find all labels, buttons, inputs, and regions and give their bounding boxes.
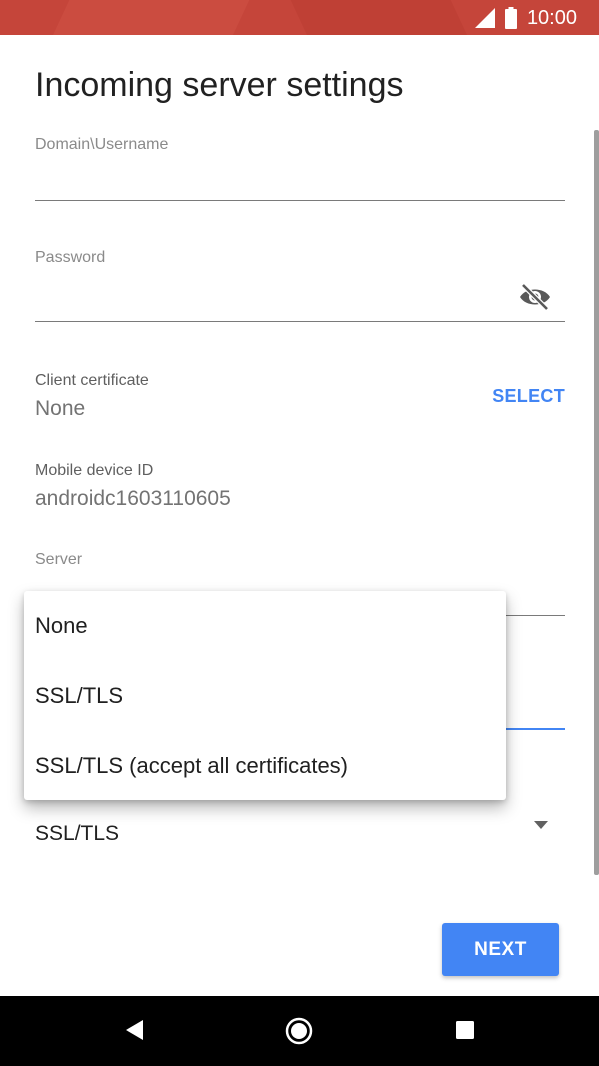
mobile-device-id-label: Mobile device ID [35, 462, 154, 479]
client-certificate-label: Client certificate [35, 372, 149, 389]
signal-icon [474, 8, 495, 28]
server-label: Server [35, 551, 83, 568]
focused-field-underline [505, 728, 565, 730]
page-title: Incoming server settings [35, 66, 404, 104]
home-icon[interactable] [285, 1017, 313, 1045]
status-icons: 10:00 [474, 6, 577, 30]
password-input[interactable] [35, 275, 505, 320]
security-type-value[interactable]: SSL/TLS [35, 822, 119, 846]
menu-item-ssl-tls[interactable]: SSL/TLS [35, 676, 123, 716]
battery-icon [504, 7, 517, 29]
status-bar-decoration [41, 0, 259, 35]
status-time: 10:00 [526, 6, 577, 29]
dropdown-arrow-icon[interactable] [532, 820, 550, 830]
client-certificate-value: None [35, 397, 86, 420]
username-underline [35, 200, 565, 201]
security-type-menu: None SSL/TLS SSL/TLS (accept all certifi… [24, 591, 506, 800]
menu-item-none[interactable]: None [35, 606, 88, 646]
next-button[interactable]: NEXT [442, 923, 559, 976]
username-input[interactable] [35, 160, 565, 200]
recents-icon[interactable] [456, 1021, 474, 1039]
visibility-off-icon[interactable] [518, 282, 552, 312]
menu-item-ssl-tls-accept-all[interactable]: SSL/TLS (accept all certificates) [35, 746, 348, 786]
password-underline [35, 321, 565, 322]
navigation-bar [0, 996, 599, 1066]
status-bar-decoration [281, 0, 479, 35]
scrollbar[interactable] [594, 130, 599, 875]
status-bar: 10:00 [0, 0, 599, 35]
username-label: Domain\Username [35, 136, 169, 153]
mobile-device-id-value: androidc1603110605 [35, 487, 231, 510]
back-icon[interactable] [124, 1019, 144, 1041]
password-label: Password [35, 249, 106, 266]
select-certificate-button[interactable]: SELECT [480, 386, 565, 410]
